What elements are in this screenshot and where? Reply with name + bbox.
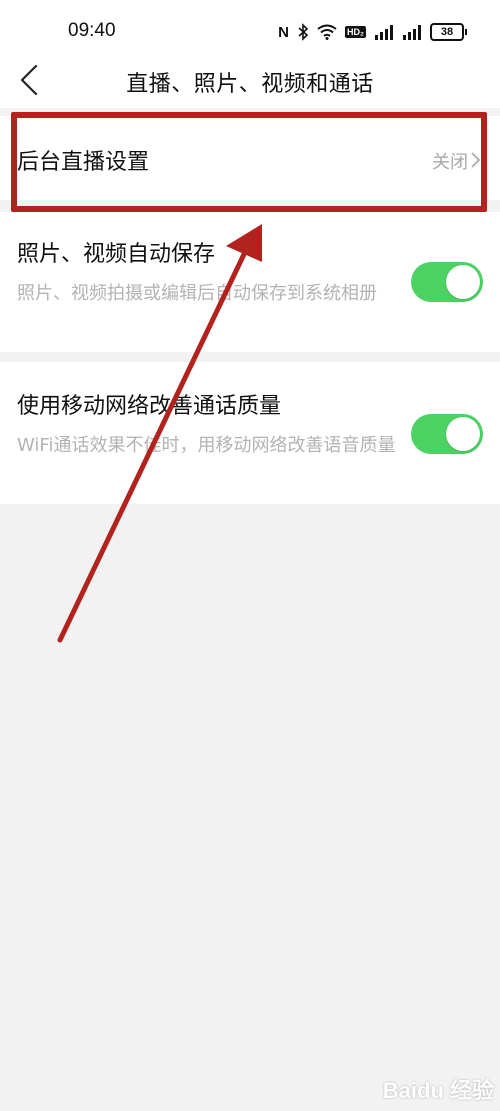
annotation-arrow bbox=[57, 224, 262, 643]
baidu-watermark: Baidu 经验 bbox=[382, 1078, 494, 1103]
